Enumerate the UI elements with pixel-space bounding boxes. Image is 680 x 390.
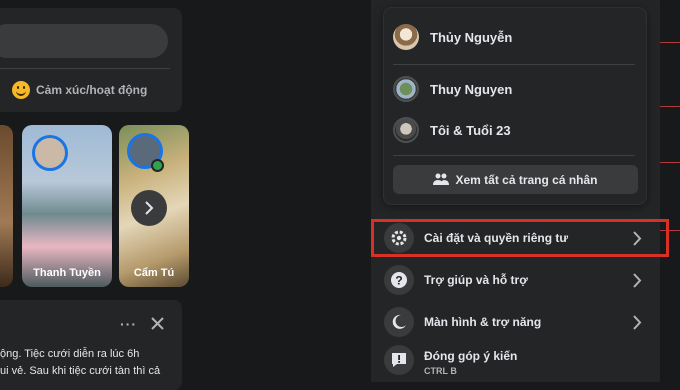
- post-text: ộng. Tiệc cưới diễn ra lúc 6h ui vẻ. Sau…: [0, 346, 176, 380]
- avatar: [393, 24, 419, 50]
- story-card-partial[interactable]: [0, 125, 13, 287]
- story-avatar: [32, 135, 68, 171]
- profile-name: Tôi & Tuổi 23: [430, 122, 511, 138]
- story-card[interactable]: Thanh Tuyền: [22, 125, 112, 287]
- feeling-activity-button[interactable]: Cảm xúc/hoạt động: [12, 78, 147, 102]
- chevron-right-icon: [633, 273, 642, 288]
- profile-name: Thủy Nguyễn: [430, 29, 513, 45]
- people-icon: [433, 173, 450, 185]
- more-options-icon[interactable]: ···: [120, 316, 137, 332]
- menu-item-display-accessibility[interactable]: Màn hình & trợ năng: [384, 305, 650, 339]
- decorative-line: [660, 106, 680, 107]
- chevron-right-icon: [633, 315, 642, 330]
- whats-on-your-mind-input[interactable]: [0, 24, 168, 58]
- decorative-line: [660, 42, 680, 43]
- story-name: Thanh Tuyền: [33, 267, 101, 279]
- menu-item-help-support[interactable]: ? Trợ giúp và hỗ trợ: [384, 263, 650, 297]
- see-all-label: Xem tất cả trang cá nhân: [455, 172, 598, 187]
- menu-item-feedback[interactable]: Đóng góp ý kiến CTRL B: [384, 345, 650, 381]
- feeling-activity-label: Cảm xúc/hoạt động: [36, 83, 148, 97]
- avatar: [393, 76, 419, 102]
- highlight-box: [371, 219, 669, 257]
- divider: [0, 68, 170, 69]
- online-indicator: [151, 159, 164, 172]
- post-text-line: ộng. Tiệc cưới diễn ra lúc 6h: [0, 348, 140, 360]
- profile-name: Thuy Nguyen: [430, 81, 513, 97]
- menu-item-label: Trợ giúp và hỗ trợ: [424, 273, 528, 287]
- post-text-line: ui vẻ. Sau khi tiệc cưới tàn thì cả: [0, 365, 161, 377]
- menu-item-label: Đóng góp ý kiến: [424, 349, 518, 363]
- stories-next-button[interactable]: [131, 190, 167, 226]
- story-name: Cẩm Tú: [133, 267, 175, 279]
- divider: [393, 155, 635, 156]
- svg-text:?: ?: [395, 274, 402, 288]
- moon-icon: [384, 307, 414, 337]
- close-icon[interactable]: [151, 317, 164, 335]
- menu-item-label: Màn hình & trợ năng: [424, 315, 542, 329]
- decorative-line: [660, 162, 680, 163]
- profile-row[interactable]: Tôi & Tuổi 23: [393, 115, 511, 145]
- keyboard-shortcut: CTRL B: [424, 366, 457, 376]
- divider: [393, 64, 635, 65]
- profile-row[interactable]: Thủy Nguyễn: [393, 22, 512, 52]
- avatar: [393, 117, 419, 143]
- chevron-right-icon: [145, 201, 154, 215]
- profile-row[interactable]: Thuy Nguyen: [393, 74, 512, 104]
- help-icon: ?: [384, 265, 414, 295]
- smiley-icon: [12, 81, 30, 99]
- feedback-icon: [384, 345, 414, 375]
- see-all-profiles-button[interactable]: Xem tất cả trang cá nhân: [393, 165, 638, 194]
